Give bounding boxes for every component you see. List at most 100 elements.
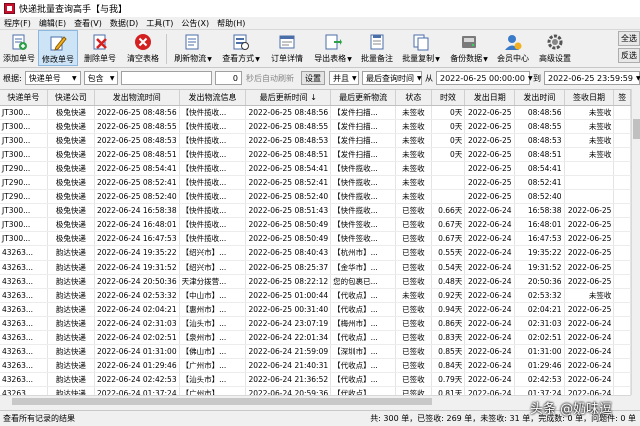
table-cell xyxy=(613,217,631,233)
table-cell: 韵达快递 xyxy=(47,386,95,395)
table-cell: 【快件揽收... xyxy=(330,203,397,219)
select-all-button[interactable]: 全选 xyxy=(618,31,640,46)
table-row[interactable]: JT300... 极兔快递 2022-06-25 08:48:51 【快件揽收... 2… xyxy=(0,147,631,162)
chevron-down-icon: ▼ xyxy=(71,74,77,82)
table-row[interactable]: 43263... 韵达快递 2022-06-24 20:50:36 天津分拨营... 2… xyxy=(0,274,631,289)
menu-view[interactable]: 查看(V) xyxy=(70,18,106,29)
order-detail-button[interactable]: 订单详情 xyxy=(265,30,309,66)
vertical-scroll-thumb[interactable] xyxy=(633,119,640,139)
table-row[interactable]: JT290... 极兔快递 2022-06-25 08:52:41 【快件揽收... 2… xyxy=(0,175,631,191)
menu-notice[interactable]: 公告(X) xyxy=(177,18,213,29)
table-cell: 2022-06-24 xyxy=(464,372,516,388)
invert-selection-button[interactable]: 反选 xyxy=(618,48,640,63)
horizontal-scroll-thumb[interactable] xyxy=(12,398,432,405)
time-field-select[interactable]: 最后查询时间 ▼ xyxy=(362,71,422,85)
chevron-down-icon: ▼ xyxy=(207,56,212,63)
table-cell xyxy=(613,147,631,162)
vertical-scrollbar[interactable] xyxy=(631,89,640,395)
filter-keyword-input[interactable] xyxy=(121,71,212,85)
gear-icon xyxy=(545,33,565,51)
column-header[interactable]: 最后更新时间 ↓ xyxy=(245,90,332,106)
column-header[interactable]: 发出物流时间 xyxy=(94,90,180,106)
menu-edit[interactable]: 编辑(E) xyxy=(35,18,70,29)
filter-logic-select[interactable]: 并且 ▼ xyxy=(329,71,359,85)
menu-data[interactable]: 数据(D) xyxy=(106,18,142,29)
advanced-settings-button[interactable]: 高级设置 xyxy=(533,30,577,66)
column-header[interactable]: 时效 xyxy=(431,90,466,106)
table-cell xyxy=(613,316,631,332)
table-cell: 韵达快递 xyxy=(47,344,95,360)
table-cell: 43263... xyxy=(0,245,48,261)
column-header[interactable]: 签 xyxy=(613,90,631,106)
table-cell xyxy=(613,161,631,176)
table-row[interactable]: JT300... 极兔快递 2022-06-24 16:58:38 【快件揽收... 2… xyxy=(0,203,631,219)
table-row[interactable]: 43263... 韵达快递 2022-06-24 02:31:03 【汕头市】... 2… xyxy=(0,316,631,332)
column-header[interactable]: 发出时间 xyxy=(514,90,565,106)
refresh-interval-input[interactable]: 0 xyxy=(214,71,242,85)
batch-note-button[interactable]: 批量备注 xyxy=(357,30,397,66)
column-header[interactable]: 签收日期 xyxy=(564,90,615,106)
column-header[interactable]: 快递公司 xyxy=(47,90,95,106)
table-cell xyxy=(431,189,466,205)
table-cell: 2022-06-25 xyxy=(464,105,516,120)
table-row[interactable]: 43263... 韵达快递 2022-06-24 01:37:24 【广州市】... 2… xyxy=(0,386,631,395)
table-row[interactable]: JT300... 极兔快递 2022-06-25 08:48:56 【快件揽收... 2… xyxy=(0,105,631,120)
edit-number-button[interactable]: 修改单号 xyxy=(38,30,78,66)
table-row[interactable]: JT300... 极兔快递 2022-06-25 08:48:55 【快件揽收... 2… xyxy=(0,119,631,134)
table-row[interactable]: 43263... 韵达快递 2022-06-24 02:53:32 【中山市】... 2… xyxy=(0,288,631,303)
menu-help[interactable]: 帮助(H) xyxy=(213,18,249,29)
menu-program[interactable]: 程序(F) xyxy=(0,18,35,29)
from-datetime-picker[interactable]: 2022-06-25 00:00:00 ▼ xyxy=(436,71,533,85)
member-center-button[interactable]: 会员中心 xyxy=(493,30,533,66)
table-cell: 【快件揽收... xyxy=(179,161,247,176)
backup-data-button[interactable]: 备份数据▼ xyxy=(445,30,493,66)
table-row[interactable]: JT300... 极兔快递 2022-06-25 08:48:53 【快件揽收... 2… xyxy=(0,133,631,148)
add-number-button[interactable]: 添加单号 xyxy=(0,30,38,66)
filter-match-select[interactable]: 包含 ▼ xyxy=(83,71,119,85)
column-header[interactable]: 发出物流信息 xyxy=(179,90,247,106)
table-header-row: 快递单号 快递公司 发出物流时间 发出物流信息 最后更新时间 ↓ 最后更新物流 状态 时效 发出… xyxy=(0,90,631,106)
table-row[interactable]: JT290... 极兔快递 2022-06-25 08:54:41 【快件揽收... 2… xyxy=(0,161,631,176)
refresh-logistics-button[interactable]: 刷新物流▼ xyxy=(169,30,217,66)
filter-settings-button[interactable]: 设置 xyxy=(301,71,325,85)
view-mode-button[interactable]: 查看方式▼ xyxy=(217,30,265,66)
to-datetime-picker[interactable]: 2022-06-25 23:59:59 ▼ xyxy=(544,71,640,85)
table-cell: 0.66天 xyxy=(431,203,466,219)
table-row[interactable]: 43263... 韵达快递 2022-06-24 02:42:53 【汕头市】... 2… xyxy=(0,372,631,388)
member-center-label: 会员中心 xyxy=(497,54,529,63)
delete-number-button[interactable]: 删除单号 xyxy=(78,30,122,66)
column-header[interactable]: 快递单号 xyxy=(0,90,48,106)
table-cell: 0.55天 xyxy=(431,245,466,261)
filter-field-select[interactable]: 快递单号 ▼ xyxy=(24,71,81,85)
menu-tools[interactable]: 工具(T) xyxy=(142,18,177,29)
table-row[interactable]: 43263... 韵达快递 2022-06-24 19:35:22 【绍兴市】... 2… xyxy=(0,245,631,261)
note-icon xyxy=(367,33,387,51)
table-row[interactable]: JT300... 极兔快递 2022-06-24 16:47:53 【快件揽收... 2… xyxy=(0,231,631,247)
batch-copy-button[interactable]: 批量复制▼ xyxy=(397,30,445,66)
table-row[interactable]: 43263... 韵达快递 2022-06-24 01:31:00 【佛山市】... 2… xyxy=(0,344,631,360)
table-cell: 43263... xyxy=(0,344,48,360)
table-row[interactable]: 43263... 韵达快递 2022-06-24 02:04:21 【惠州市】... 2… xyxy=(0,302,631,317)
table-row[interactable]: 43263... 韵达快递 2022-06-24 01:29:46 【广州市】... 2… xyxy=(0,358,631,374)
table-row[interactable]: 43263... 韵达快递 2022-06-24 02:02:51 【泉州市】... 2… xyxy=(0,330,631,346)
table-cell: 2022-06-25 08:25:37 xyxy=(245,260,332,275)
table-row[interactable]: 43263... 韵达快递 2022-06-24 19:31:52 【绍兴市】... 2… xyxy=(0,260,631,275)
table-cell: JT300... xyxy=(0,231,48,247)
table-cell: 【发件扫描... xyxy=(330,133,397,148)
table-cell: 【快件揽收... xyxy=(179,105,247,120)
table-cell: 08:52:40 xyxy=(514,189,565,205)
column-header[interactable]: 最后更新物流 xyxy=(330,90,397,106)
table-cell: 未签收 xyxy=(564,119,615,134)
table-cell: 已签收 xyxy=(395,372,432,388)
table-cell: 0.92天 xyxy=(431,288,466,303)
table-cell: 极兔快递 xyxy=(47,105,95,120)
export-table-button[interactable]: 导出表格▼ xyxy=(309,30,357,66)
column-header[interactable]: 发出日期 xyxy=(464,90,516,106)
filter-logic-value: 并且 xyxy=(333,73,349,83)
table-row[interactable]: JT300... 极兔快递 2022-06-24 16:48:01 【快件揽收... 2… xyxy=(0,217,631,233)
clear-table-button[interactable]: 清空表格 xyxy=(122,30,164,66)
table-cell: 2022-06-24 xyxy=(464,203,516,219)
column-header[interactable]: 状态 xyxy=(395,90,432,106)
table-row[interactable]: JT290... 极兔快递 2022-06-25 08:52:40 【快件揽收... 2… xyxy=(0,189,631,205)
filter-root-label: 根据: xyxy=(3,73,22,83)
